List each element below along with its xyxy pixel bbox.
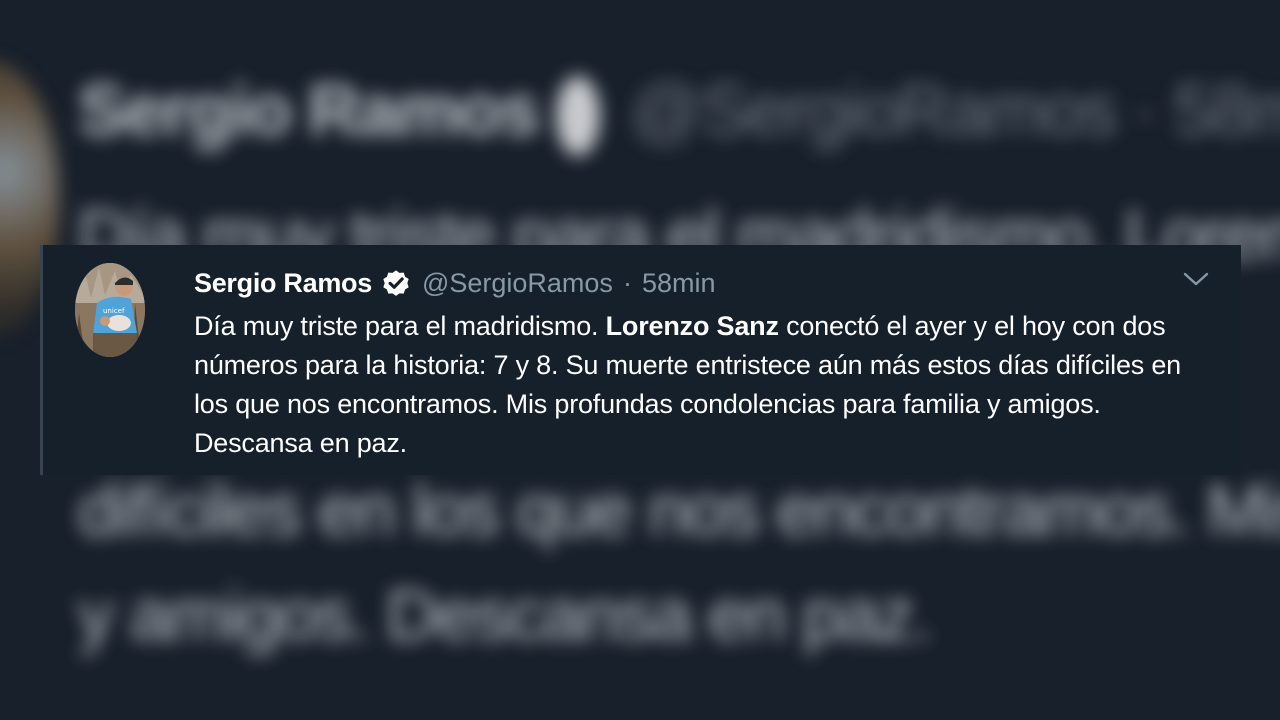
background-header: Sergio Ramos @SergioRamos · 58min bbox=[78, 70, 1280, 156]
screenshot-stage: Sergio Ramos @SergioRamos · 58min Día muy… bbox=[0, 0, 1280, 720]
user-handle[interactable]: @SergioRamos bbox=[422, 268, 613, 299]
verified-badge-icon bbox=[380, 267, 412, 299]
tweet-text-part-1: Día muy triste para el madridismo. bbox=[194, 311, 606, 341]
tweet-timestamp[interactable]: 58min bbox=[642, 268, 716, 299]
background-handle: @SergioRamos · 58min bbox=[630, 71, 1280, 151]
tweet-text: Día muy triste para el madridismo. Loren… bbox=[194, 307, 1214, 463]
background-name: Sergio Ramos bbox=[78, 71, 540, 151]
svg-text:unicef: unicef bbox=[103, 307, 125, 315]
avatar-photo: unicef bbox=[75, 263, 145, 357]
display-name[interactable]: Sergio Ramos bbox=[194, 268, 372, 299]
background-verified-icon bbox=[556, 75, 601, 156]
chevron-down-icon[interactable] bbox=[1181, 267, 1211, 291]
background-text-line-2: difíciles en los que nos encontramos. Mi… bbox=[78, 471, 1280, 551]
mentioned-name: Lorenzo Sanz bbox=[605, 311, 779, 341]
background-text-line-3: y amigos. Descansa en paz. bbox=[78, 576, 932, 656]
tweet-card[interactable]: unicef Sergio Ramos @SergioRamos · 58min bbox=[40, 245, 1241, 475]
avatar[interactable]: unicef bbox=[75, 263, 145, 357]
separator-dot: · bbox=[622, 267, 632, 298]
tweet-header: Sergio Ramos @SergioRamos · 58min bbox=[194, 265, 715, 301]
